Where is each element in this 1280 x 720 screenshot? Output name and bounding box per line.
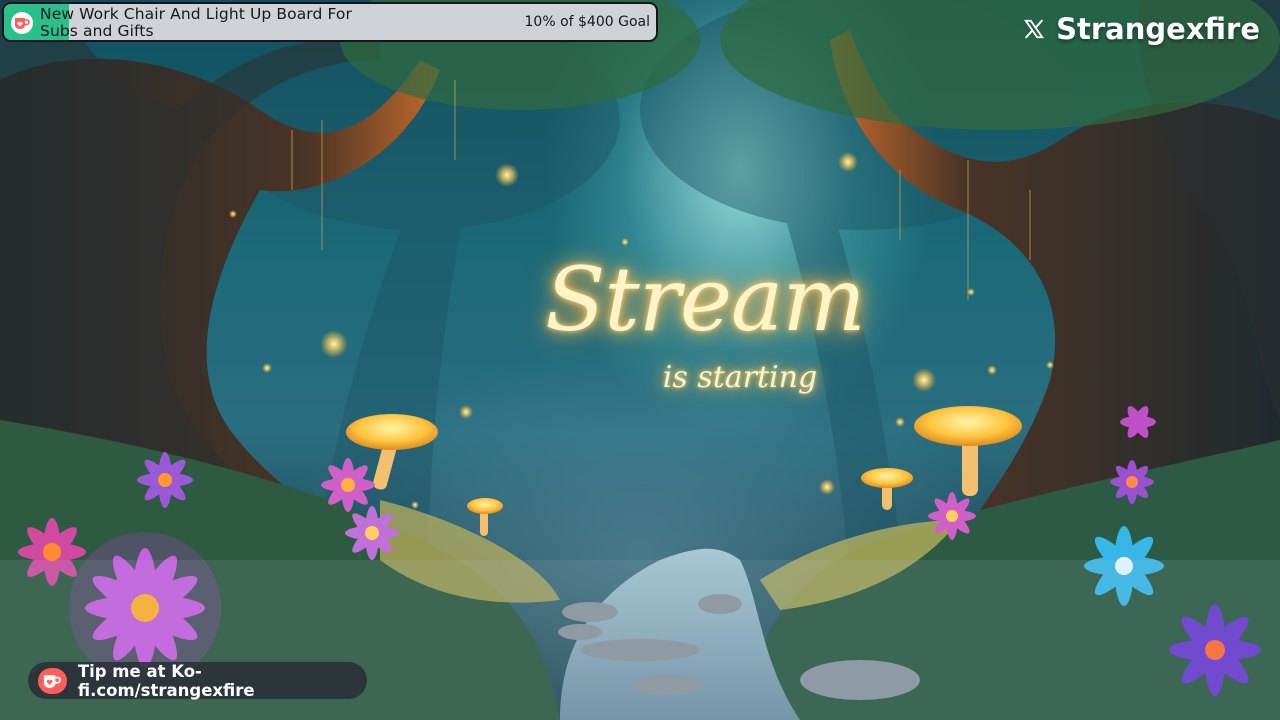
- goal-title: New Work Chair And Light Up Board For Su…: [40, 5, 352, 40]
- x-logo-icon: [1022, 17, 1046, 41]
- stream-title: Stream: [545, 248, 866, 351]
- kofi-cup-icon: [38, 667, 67, 694]
- kofi-cup-icon: [11, 12, 33, 34]
- handle-name: Strangexfire: [1056, 12, 1260, 46]
- goal-progress-text: 10% of $400 Goal: [524, 14, 650, 30]
- goal-progress-bar: New Work Chair And Light Up Board For Su…: [2, 2, 658, 42]
- tip-text: Tip me at Ko-fi.com/strangexfire: [77, 661, 255, 700]
- social-handle: Strangexfire: [1022, 12, 1260, 46]
- stream-subtitle: is starting: [662, 360, 818, 395]
- tip-banner: Tip me at Ko-fi.com/strangexfire: [28, 661, 367, 700]
